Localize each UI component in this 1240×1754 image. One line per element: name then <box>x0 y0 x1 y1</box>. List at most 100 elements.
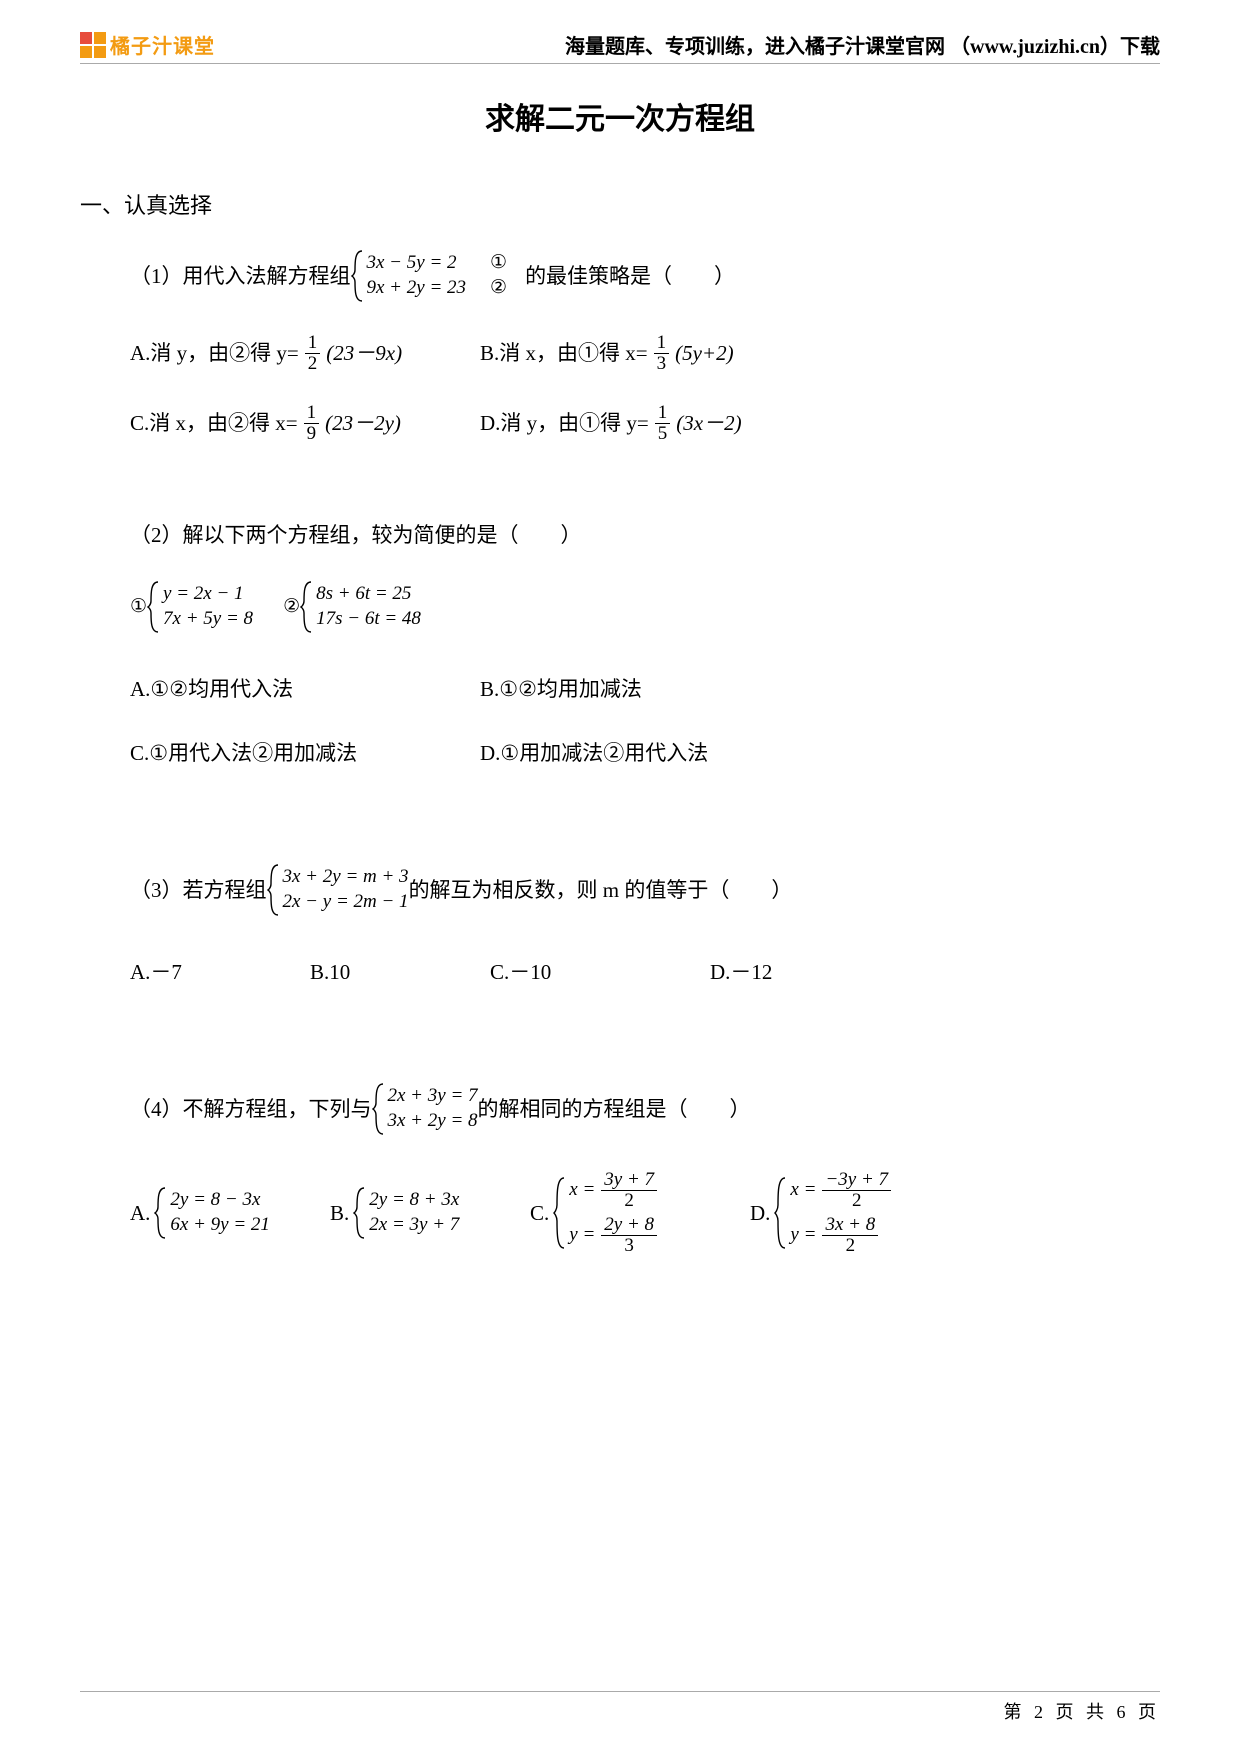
logo-icon <box>80 32 106 58</box>
question-2: （2）解以下两个方程组，较为简便的是（ ） ① y = 2x − 1 7x + … <box>130 514 1160 774</box>
q4-A-label: A. <box>130 1192 150 1234</box>
page: 橘子汁课堂 海量题库、专项训练，进入橘子汁课堂官网 （www.juzizhi.c… <box>0 0 1240 1754</box>
left-brace-icon <box>774 1177 788 1249</box>
left-brace-icon <box>351 250 365 302</box>
q4-suffix: 的解相同的方程组是（ ） <box>478 1088 751 1130</box>
q2-sys1-b: 7x + 5y = 8 <box>163 607 253 632</box>
q4-B-b: 2x = 3y + 7 <box>369 1213 459 1238</box>
q2-mark1: ① <box>130 588 147 626</box>
q1-optB-den: 3 <box>654 354 670 374</box>
q3-option-b: B.10 <box>310 951 490 993</box>
question-3: （3）若方程组 3x + 2y = m + 3 2x − y = 2m − 1 … <box>130 864 1160 993</box>
left-brace-icon <box>372 1083 386 1135</box>
q4-D-label: D. <box>750 1192 770 1234</box>
header-note: 海量题库、专项训练，进入橘子汁课堂官网 （www.juzizhi.cn）下载 <box>565 30 1160 59</box>
q3-option-c: C.－10 <box>490 951 710 993</box>
q4-C-a-den: 2 <box>621 1191 637 1211</box>
q1-system: 3x − 5y = 2 9x + 2y = 23 <box>351 250 467 302</box>
q1-options: A.消 y，由②得 y= 12 (23－9x) B.消 x，由①得 x= 13 … <box>130 332 1160 444</box>
q4-option-c: C. x = 3y + 72 y = 2y + 83 <box>530 1170 750 1256</box>
q3-eq2: 2x − y = 2m − 1 <box>283 890 409 915</box>
q1-eq2: 9x + 2y = 23 <box>367 277 467 298</box>
q1-optC-den: 9 <box>304 424 320 444</box>
q4-B-label: B. <box>330 1192 349 1234</box>
q4-eq2: 3x + 2y = 8 <box>388 1109 478 1134</box>
q4-D-a-num: −3y + 7 <box>822 1170 891 1191</box>
q1-suffix: 的最佳策略是（ ） <box>525 255 735 297</box>
q1-option-b: B.消 x，由①得 x= 13 (5y+2) <box>480 332 820 374</box>
q4-prefix: （4）不解方程组，下列与 <box>130 1088 372 1130</box>
q4-option-a: A. 2y = 8 − 3x 6x + 9y = 21 <box>130 1187 330 1239</box>
q1-optB-num: 1 <box>654 333 670 354</box>
q4-C-a-lhs: x = <box>569 1178 595 1203</box>
q1-eq1: 3x − 5y = 2 <box>367 252 457 273</box>
q2-sys2-b: 17s − 6t = 48 <box>316 607 421 632</box>
q4-system: 2x + 3y = 7 3x + 2y = 8 <box>372 1083 478 1135</box>
question-4: （4）不解方程组，下列与 2x + 3y = 7 3x + 2y = 8 的解相… <box>130 1083 1160 1256</box>
q3-option-d: D.－12 <box>710 951 890 993</box>
q2-prefix: （2）解以下两个方程组，较为简便的是（ ） <box>130 514 1160 556</box>
page-footer: 第 2 页 共 6 页 <box>80 1691 1160 1724</box>
q3-eq1: 3x + 2y = m + 3 <box>283 865 409 890</box>
q2-sys1-a: y = 2x − 1 <box>163 582 253 607</box>
q1-optD-den: 5 <box>655 424 671 444</box>
q4-D-a-den: 2 <box>849 1191 865 1211</box>
page-header: 橘子汁课堂 海量题库、专项训练，进入橘子汁课堂官网 （www.juzizhi.c… <box>80 30 1160 64</box>
left-brace-icon <box>553 1177 567 1249</box>
q2-option-b: B.①②均用加减法 <box>480 668 820 710</box>
q4-A-b: 6x + 9y = 21 <box>170 1213 270 1238</box>
question-1: （1）用代入法解方程组 3x − 5y = 2 9x + 2y = 23 ① ②… <box>130 250 1160 444</box>
left-brace-icon <box>154 1187 168 1239</box>
page-title: 求解二元一次方程组 <box>80 94 1160 138</box>
q1-mark2: ② <box>490 276 507 301</box>
q1-optA-num: 1 <box>305 333 321 354</box>
q1-option-d: D.消 y，由①得 y= 15 (3x－2) <box>480 402 820 444</box>
q4-D-b-num: 3x + 8 <box>822 1215 878 1236</box>
q4-A-a: 2y = 8 − 3x <box>170 1188 270 1213</box>
q3-suffix: 的解互为相反数，则 m 的值等于（ ） <box>409 869 793 911</box>
q1-optB-pre: B.消 x，由①得 x= <box>480 332 648 374</box>
q1-optA-den: 2 <box>305 354 321 374</box>
q1-option-c: C.消 x，由②得 x= 19 (23－2y) <box>130 402 470 444</box>
q1-option-a: A.消 y，由②得 y= 12 (23－9x) <box>130 332 470 374</box>
page-number: 第 2 页 共 6 页 <box>1004 1702 1161 1722</box>
q1-optD-pre: D.消 y，由①得 y= <box>480 402 649 444</box>
q4-C-b-num: 2y + 8 <box>601 1215 657 1236</box>
q4-C-b-lhs: y = <box>569 1223 595 1248</box>
section-1-label: 一、认真选择 <box>80 188 1160 220</box>
q2-option-c: C.①用代入法②用加减法 <box>130 732 470 774</box>
left-brace-icon <box>300 581 314 633</box>
q3-options: A.－7 B.10 C.－10 D.－12 <box>130 951 1160 993</box>
q1-optC-pre: C.消 x，由②得 x= <box>130 402 298 444</box>
q3-system: 3x + 2y = m + 3 2x − y = 2m − 1 <box>267 864 409 916</box>
q1-mark1: ① <box>490 251 507 276</box>
q1-optD-post: (3x－2) <box>676 402 741 444</box>
logo: 橘子汁课堂 <box>80 30 215 59</box>
q3-option-a: A.－7 <box>130 951 310 993</box>
q4-D-a-lhs: x = <box>790 1178 816 1203</box>
q4-C-a-num: 3y + 7 <box>601 1170 657 1191</box>
q4-D-b-den: 2 <box>843 1236 859 1256</box>
q4-C-label: C. <box>530 1192 549 1234</box>
logo-text: 橘子汁课堂 <box>110 30 215 59</box>
q2-system1: y = 2x − 1 7x + 5y = 8 <box>147 581 253 633</box>
q2-option-d: D.①用加减法②用代入法 <box>480 732 820 774</box>
q4-option-d: D. x = −3y + 72 y = 3x + 82 <box>750 1170 970 1256</box>
q1-prefix: （1）用代入法解方程组 <box>130 255 351 297</box>
q4-options: A. 2y = 8 − 3x 6x + 9y = 21 B. 2y = 8 + … <box>130 1170 1160 1256</box>
left-brace-icon <box>267 864 281 916</box>
q4-C-b-den: 3 <box>621 1236 637 1256</box>
q1-optD-num: 1 <box>655 403 671 424</box>
q4-option-b: B. 2y = 8 + 3x 2x = 3y + 7 <box>330 1187 530 1239</box>
q1-optC-num: 1 <box>304 403 320 424</box>
q2-mark2: ② <box>283 588 300 626</box>
q1-optA-post: (23－9x) <box>326 332 402 374</box>
q1-optA-pre: A.消 y，由②得 y= <box>130 332 299 374</box>
q2-option-a: A.①②均用代入法 <box>130 668 470 710</box>
q2-sys2-a: 8s + 6t = 25 <box>316 582 421 607</box>
q4-eq1: 2x + 3y = 7 <box>388 1084 478 1109</box>
q1-optB-post: (5y+2) <box>675 332 733 374</box>
q2-options: A.①②均用代入法 B.①②均用加减法 C.①用代入法②用加减法 D.①用加减法… <box>130 668 1160 774</box>
q3-prefix: （3）若方程组 <box>130 869 267 911</box>
left-brace-icon <box>353 1187 367 1239</box>
